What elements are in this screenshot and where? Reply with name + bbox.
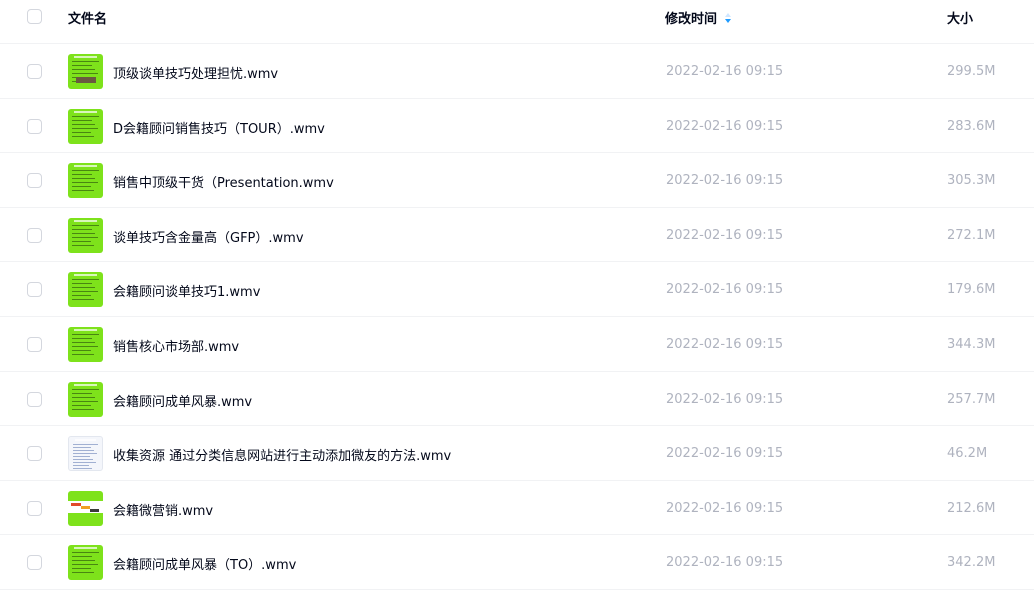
file-size: 257.7M [947,391,996,407]
row-checkbox[interactable] [27,227,42,243]
file-row[interactable]: 会籍顾问成单风暴.wmv 2022-02-16 09:15 257.7M [0,372,1034,427]
video-thumbnail-icon[interactable] [68,545,103,581]
file-row[interactable]: 会籍微营销.wmv 2022-02-16 09:15 212.6M [0,481,1034,536]
row-checkbox[interactable] [27,555,42,571]
file-row[interactable]: 会籍顾问成单风暴（TO）.wmv 2022-02-16 09:15 342.2M [0,535,1034,590]
column-header-modified-time[interactable]: 修改时间 [665,8,732,27]
file-size: 46.2M [947,446,988,462]
column-header-name[interactable]: 文件名 [68,8,107,27]
file-row[interactable]: 顶级谈单技巧处理担忧.wmv 2022-02-16 09:15 299.5M [0,44,1034,99]
video-thumbnail-icon[interactable] [68,436,103,472]
file-size: 305.3M [947,173,996,189]
file-modified-time: 2022-02-16 09:15 [666,391,784,407]
file-name[interactable]: 会籍顾问谈单技巧1.wmv [113,281,260,300]
file-size: 272.1M [947,227,996,243]
file-modified-time: 2022-02-16 09:15 [666,555,784,571]
file-row[interactable]: 谈单技巧含金量高（GFP）.wmv 2022-02-16 09:15 272.1M [0,208,1034,263]
video-thumbnail-icon[interactable] [68,381,103,417]
file-name[interactable]: 会籍顾问成单风暴（TO）.wmv [113,554,296,573]
file-row[interactable]: 收集资源 通过分类信息网站进行主动添加微友的方法.wmv 2022-02-16 0… [0,426,1034,481]
file-size: 212.6M [947,500,996,516]
row-checkbox[interactable] [27,336,42,352]
file-modified-time: 2022-02-16 09:15 [666,118,784,134]
file-modified-time: 2022-02-16 09:15 [666,64,784,79]
row-checkbox[interactable] [27,173,42,189]
file-list: 文件名 修改时间 大小 顶级谈单技巧处理担忧.wmv 2022-02-16 09:… [0,0,1034,590]
video-thumbnail-icon[interactable] [68,163,103,199]
video-thumbnail-icon[interactable] [68,272,103,308]
file-modified-time: 2022-02-16 09:15 [666,173,784,189]
file-name[interactable]: 收集资源 通过分类信息网站进行主动添加微友的方法.wmv [113,445,451,464]
video-thumbnail-icon[interactable] [68,108,103,144]
file-rows: 顶级谈单技巧处理担忧.wmv 2022-02-16 09:15 299.5M D会籍顾… [0,44,1034,590]
video-thumbnail-icon[interactable] [68,54,103,89]
file-row[interactable]: D会籍顾问销售技巧（TOUR）.wmv 2022-02-16 09:15 283.6… [0,99,1034,154]
row-checkbox[interactable] [27,64,42,79]
file-name[interactable]: D会籍顾问销售技巧（TOUR）.wmv [113,118,325,137]
file-size: 344.3M [947,336,996,352]
row-checkbox[interactable] [27,446,42,462]
video-thumbnail-icon[interactable] [68,217,103,253]
file-name[interactable]: 谈单技巧含金量高（GFP）.wmv [113,227,304,246]
file-name[interactable]: 销售中顶级干货（Presentation.wmv [113,172,334,191]
row-checkbox[interactable] [27,282,42,298]
sort-descending-icon[interactable] [724,12,732,24]
column-header-size[interactable]: 大小 [947,8,973,27]
file-name[interactable]: 顶级谈单技巧处理担忧.wmv [113,63,278,82]
file-modified-time: 2022-02-16 09:15 [666,500,784,516]
file-modified-time: 2022-02-16 09:15 [666,446,784,462]
file-row[interactable]: 销售中顶级干货（Presentation.wmv 2022-02-16 09:15… [0,153,1034,208]
select-all-checkbox[interactable] [27,9,42,24]
file-size: 283.6M [947,118,996,134]
video-thumbnail-icon[interactable] [68,326,103,362]
row-checkbox[interactable] [27,118,42,134]
file-name[interactable]: 会籍顾问成单风暴.wmv [113,391,252,410]
file-modified-time: 2022-02-16 09:15 [666,227,784,243]
file-size: 342.2M [947,555,996,571]
file-row[interactable]: 会籍顾问谈单技巧1.wmv 2022-02-16 09:15 179.6M [0,262,1034,317]
video-thumbnail-icon[interactable] [68,490,103,526]
file-name[interactable]: 销售核心市场部.wmv [113,336,239,355]
file-name[interactable]: 会籍微营销.wmv [113,500,213,519]
file-size: 179.6M [947,282,996,298]
row-checkbox[interactable] [27,391,42,407]
file-row[interactable]: 销售核心市场部.wmv 2022-02-16 09:15 344.3M [0,317,1034,372]
file-list-header: 文件名 修改时间 大小 [0,0,1034,44]
file-size: 299.5M [947,64,996,79]
column-header-modified-time-label: 修改时间 [665,12,718,27]
file-modified-time: 2022-02-16 09:15 [666,336,784,352]
row-checkbox[interactable] [27,500,42,516]
file-modified-time: 2022-02-16 09:15 [666,282,784,298]
row-divider [0,588,1034,590]
